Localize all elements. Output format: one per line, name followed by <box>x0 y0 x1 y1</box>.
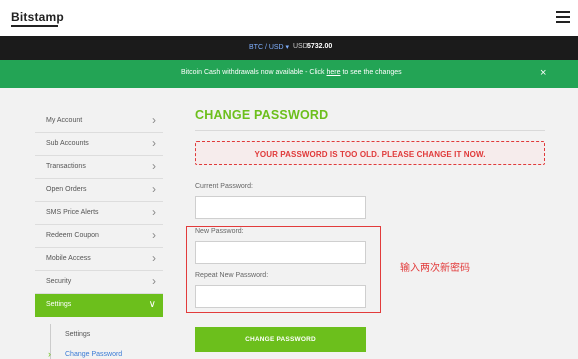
sidebar-item-label: Redeem Coupon <box>46 232 99 239</box>
sidebar-item-transactions[interactable]: Transactions › <box>35 156 163 179</box>
logo-underline <box>11 25 58 27</box>
chevron-right-icon: › <box>152 274 156 288</box>
sidebar-item-security[interactable]: Security › <box>35 271 163 294</box>
annotation-highlight-box <box>186 226 381 313</box>
page-title: CHANGE PASSWORD <box>195 108 329 122</box>
top-bar: Bitstamp <box>0 0 578 36</box>
change-password-button[interactable]: CHANGE PASSWORD <box>195 327 366 352</box>
announcement-banner: Bitcoin Cash withdrawals now available -… <box>0 60 578 88</box>
current-password-label: Current Password: <box>195 183 253 190</box>
sidebar-item-label: Open Orders <box>46 186 87 193</box>
chevron-right-icon: › <box>152 228 156 242</box>
chevron-right-icon: › <box>152 113 156 127</box>
chevron-down-icon: ∨ <box>148 299 156 310</box>
chevron-right-icon: › <box>48 349 51 359</box>
sidebar-item-label: Sub Accounts <box>46 140 89 147</box>
price-currency: USD <box>293 43 308 50</box>
price-value: 5732.00 <box>307 43 333 50</box>
submenu-item-settings[interactable]: Settings <box>65 331 90 338</box>
settings-submenu: Settings › Change Password <box>35 320 163 359</box>
hamburger-icon[interactable] <box>556 11 570 23</box>
sidebar-item-sub-accounts[interactable]: Sub Accounts › <box>35 133 163 156</box>
banner-text-before: Bitcoin Cash withdrawals now available -… <box>181 69 327 76</box>
logo[interactable]: Bitstamp <box>11 10 64 24</box>
sidebar-item-label: Transactions <box>46 163 86 170</box>
sidebar-item-open-orders[interactable]: Open Orders › <box>35 179 163 202</box>
sidebar-item-mobile-access[interactable]: Mobile Access › <box>35 248 163 271</box>
close-icon[interactable]: × <box>540 67 546 79</box>
chevron-right-icon: › <box>152 205 156 219</box>
sidebar-item-settings[interactable]: Settings ∨ <box>35 294 163 317</box>
alert-text: YOUR PASSWORD IS TOO OLD. PLEASE CHANGE … <box>254 150 486 159</box>
ticker-bar: BTC / USD ▾ USD 5732.00 <box>0 36 578 60</box>
sidebar: My Account › Sub Accounts › Transactions… <box>35 110 163 317</box>
chevron-right-icon: › <box>152 136 156 150</box>
current-password-field[interactable] <box>195 196 366 219</box>
sidebar-item-redeem-coupon[interactable]: Redeem Coupon › <box>35 225 163 248</box>
password-expired-alert: YOUR PASSWORD IS TOO OLD. PLEASE CHANGE … <box>195 141 545 165</box>
sidebar-item-label: SMS Price Alerts <box>46 209 99 216</box>
banner-link[interactable]: here <box>327 69 341 76</box>
currency-pair-selector[interactable]: BTC / USD ▾ <box>249 43 289 51</box>
submenu-item-change-password[interactable]: Change Password <box>65 351 122 358</box>
chevron-right-icon: › <box>152 159 156 173</box>
annotation-text: 输入两次新密码 <box>400 263 470 274</box>
sidebar-item-label: Mobile Access <box>46 255 91 262</box>
banner-text-after: to see the changes <box>340 69 402 76</box>
sidebar-item-label: Settings <box>46 301 72 308</box>
banner-message: Bitcoin Cash withdrawals now available -… <box>181 69 402 76</box>
title-divider <box>195 130 545 131</box>
chevron-right-icon: › <box>152 182 156 196</box>
chevron-right-icon: › <box>152 251 156 265</box>
sidebar-item-sms-price-alerts[interactable]: SMS Price Alerts › <box>35 202 163 225</box>
sidebar-item-label: Security <box>46 278 72 285</box>
sidebar-item-label: My Account <box>46 117 83 124</box>
sidebar-item-my-account[interactable]: My Account › <box>35 110 163 133</box>
